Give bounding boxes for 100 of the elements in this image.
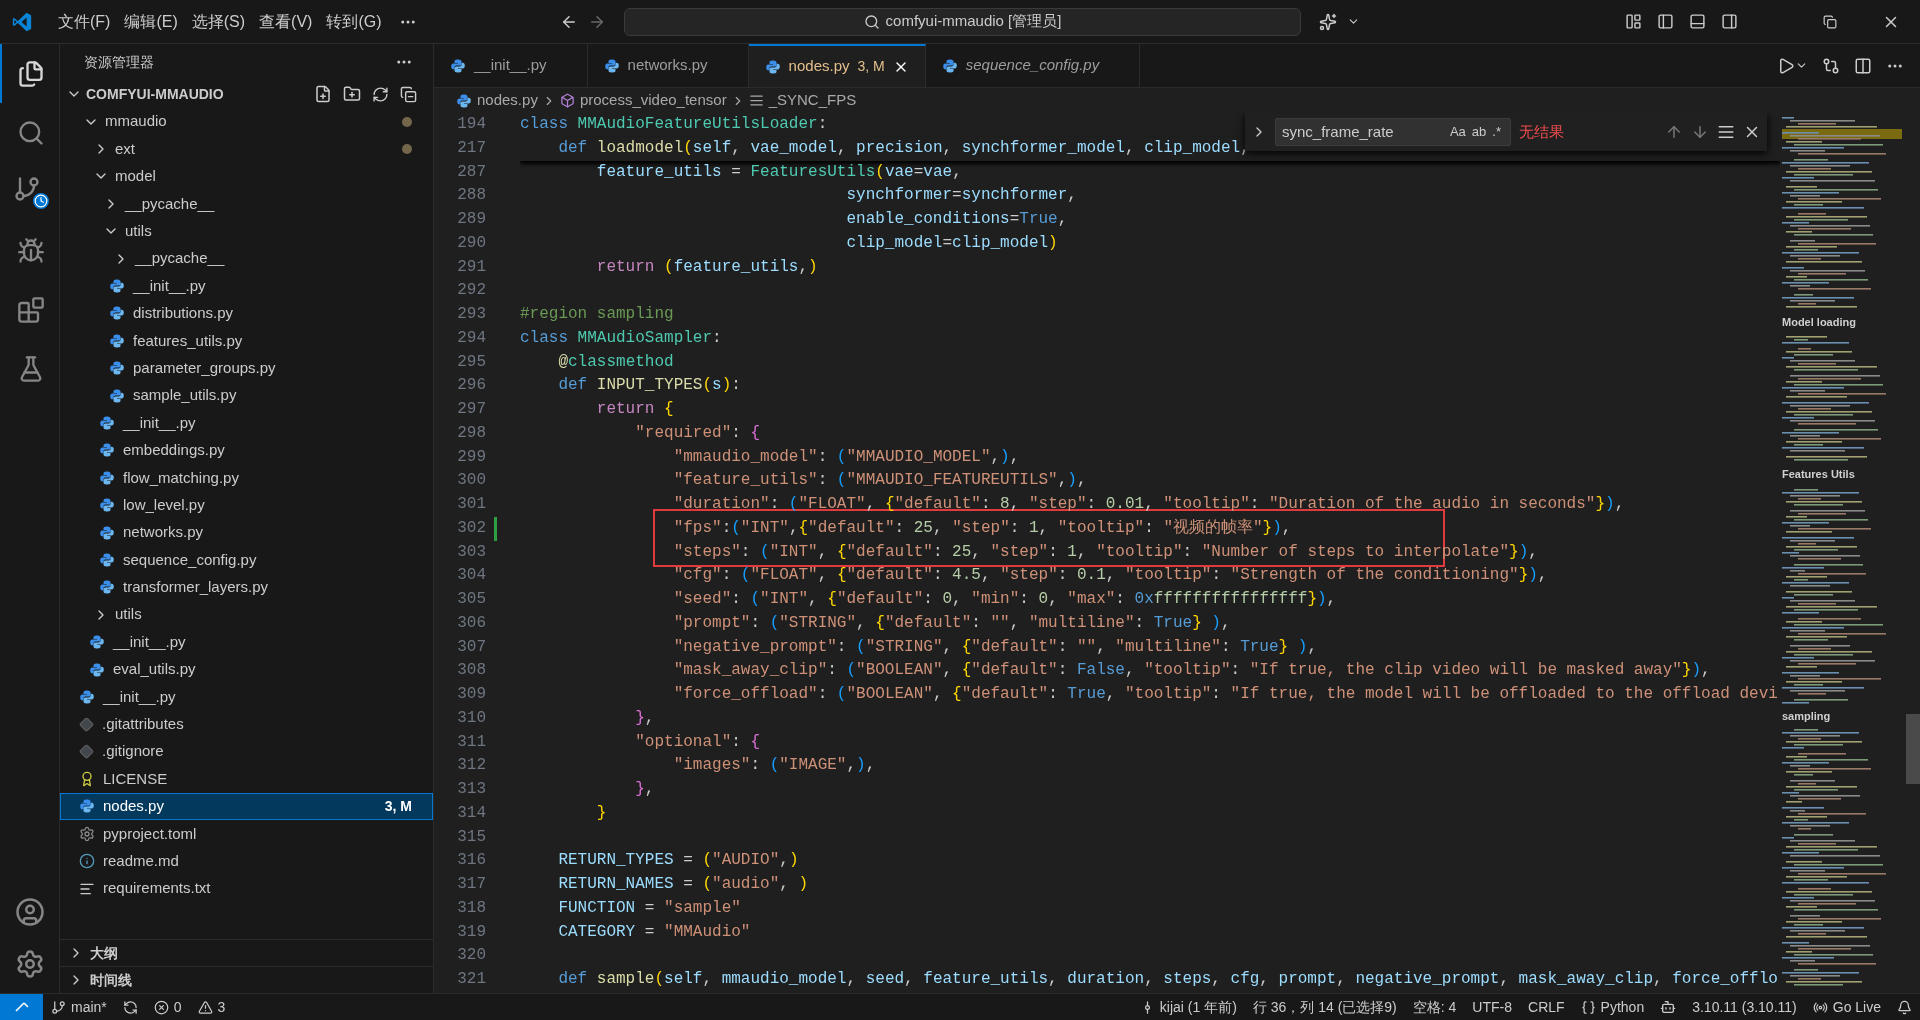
editor-tab[interactable]: sequence_config.py bbox=[925, 44, 1141, 87]
minimap-section-label: Features Utils bbox=[1782, 467, 1855, 482]
menu-item[interactable]: 转到(G) bbox=[319, 9, 389, 34]
line-number: 291 bbox=[456, 256, 486, 278]
status-item[interactable]: 3.10.11 (3.10.11) bbox=[1684, 994, 1805, 1020]
workspace-root[interactable]: COMFYUI-MMAUDIO bbox=[86, 83, 314, 105]
status-item[interactable]: CRLF bbox=[1520, 994, 1573, 1020]
split-editor-icon[interactable] bbox=[1854, 56, 1872, 75]
language-status[interactable]: Python bbox=[1572, 994, 1653, 1020]
next-match-icon[interactable] bbox=[1691, 123, 1709, 141]
tree-item[interactable]: __init__.py bbox=[60, 628, 433, 656]
go-live-button[interactable]: Go Live bbox=[1804, 994, 1889, 1020]
status-item[interactable]: 行 36，列 14 (已选择9) bbox=[1244, 994, 1405, 1020]
menu-item[interactable]: 文件(F) bbox=[51, 9, 118, 34]
blame-status[interactable]: kijai (1 年前) bbox=[1131, 994, 1245, 1020]
code-line: "required": { bbox=[634, 422, 761, 444]
menu-icon[interactable] bbox=[1717, 123, 1735, 141]
find-input[interactable]: sync_frame_rate Aa ab .* bbox=[1275, 118, 1511, 146]
breadcrumb-item[interactable]: _SYNC_FPS bbox=[748, 89, 857, 112]
python-file-icon bbox=[456, 92, 472, 109]
tree-item[interactable]: networks.py bbox=[60, 518, 433, 547]
account-icon[interactable] bbox=[14, 897, 45, 927]
panel-header[interactable]: 大纲 bbox=[60, 939, 433, 966]
tree-item[interactable]: features_utils.py bbox=[60, 327, 433, 355]
editor-tab[interactable]: __init__.py bbox=[434, 44, 588, 87]
breadcrumb-item[interactable]: nodes.py bbox=[456, 89, 538, 112]
panel-right-icon[interactable] bbox=[1721, 13, 1738, 30]
new-folder-icon[interactable] bbox=[343, 85, 361, 103]
panel-header[interactable]: 时间线 bbox=[60, 966, 433, 993]
code-line: def loadmodel(self, vae_model, precision, synchformer_model, clip_model, bbox=[557, 137, 1250, 159]
tree-item[interactable]: LICENSE bbox=[60, 765, 433, 793]
panel-left-icon[interactable] bbox=[1657, 13, 1674, 30]
run-icon[interactable] bbox=[1777, 56, 1795, 75]
ribbon-icon bbox=[79, 771, 95, 788]
find-option[interactable]: Aa bbox=[1446, 120, 1469, 144]
tree-item[interactable]: __pycache__ bbox=[60, 190, 433, 218]
previous-match-icon[interactable] bbox=[1665, 123, 1683, 141]
tree-item[interactable]: requirements.txt bbox=[60, 874, 433, 903]
tree-item[interactable]: __init__.py bbox=[60, 409, 433, 437]
refresh-icon[interactable] bbox=[372, 85, 389, 103]
tree-item[interactable]: mmaudio bbox=[60, 108, 433, 136]
tree-item[interactable]: __init__.py bbox=[60, 683, 433, 711]
tree-item[interactable]: __init__.py bbox=[60, 272, 433, 300]
tree-item[interactable]: low_level.py bbox=[60, 491, 433, 519]
tree-item[interactable]: distributions.py bbox=[60, 299, 433, 328]
copilot-icon[interactable] bbox=[1319, 12, 1337, 31]
settings-icon[interactable] bbox=[14, 949, 45, 979]
code-line: "duration": ("FLOAT", {"default": 8, "step": 0.01, "tooltip": "Duration of the audio in seconds"}), bbox=[672, 494, 1625, 515]
restore-icon[interactable] bbox=[1823, 14, 1837, 29]
line-number: 319 bbox=[456, 921, 486, 943]
tree-item[interactable]: .gitignore bbox=[60, 738, 433, 766]
tree-item[interactable]: nodes.py 3, M bbox=[60, 792, 433, 821]
menu-item[interactable]: 编辑(E) bbox=[117, 9, 185, 34]
tree-item[interactable]: utils bbox=[60, 217, 433, 245]
tree-item[interactable]: pyproject.toml bbox=[60, 820, 433, 848]
collapse-icon[interactable] bbox=[400, 85, 417, 103]
scrollbar-thumb[interactable] bbox=[1906, 714, 1920, 784]
errors-status[interactable]: 0 bbox=[145, 994, 190, 1020]
python-file-icon bbox=[109, 360, 125, 377]
tree-item[interactable]: utils bbox=[60, 601, 433, 629]
code-line: feature_utils = FeaturesUtils(vae=vae, bbox=[595, 161, 962, 183]
panel-bottom-icon[interactable] bbox=[1689, 13, 1706, 30]
tree-item[interactable]: sequence_config.py bbox=[60, 546, 433, 574]
status-item[interactable]: 空格: 4 bbox=[1404, 994, 1465, 1020]
tree-item[interactable]: transformer_layers.py bbox=[60, 573, 433, 602]
warnings-status[interactable]: 3 bbox=[189, 994, 234, 1020]
tree-item[interactable]: readme.md bbox=[60, 847, 433, 875]
compare-icon[interactable] bbox=[1822, 56, 1840, 75]
tree-item[interactable]: sample_utils.py bbox=[60, 381, 433, 410]
find-option[interactable]: ab bbox=[1468, 120, 1490, 144]
menu-item[interactable]: 查看(V) bbox=[252, 9, 320, 34]
line-number: 309 bbox=[456, 684, 486, 705]
bell-icon bbox=[1897, 999, 1912, 1015]
code-line: "negative_prompt": ("STRING", {"default": "", "multiline": True} ), bbox=[672, 636, 1317, 658]
code-line: class MMAudioFeatureUtilsLoader: bbox=[520, 114, 828, 135]
tree-item[interactable]: embeddings.py bbox=[60, 436, 433, 465]
tree-item[interactable]: .gitattributes bbox=[60, 710, 433, 738]
tree-item[interactable]: model bbox=[60, 162, 433, 191]
breadcrumb-item[interactable]: process_video_tensor bbox=[559, 89, 727, 112]
branch-status[interactable]: main* bbox=[43, 994, 115, 1020]
layout-icon[interactable] bbox=[1625, 13, 1642, 30]
tree-item[interactable]: __pycache__ bbox=[60, 244, 433, 273]
search-icon bbox=[863, 13, 880, 30]
line-number: 313 bbox=[456, 779, 486, 800]
line-number: 293 bbox=[456, 304, 486, 325]
tree-item[interactable]: eval_utils.py bbox=[60, 655, 433, 684]
new-file-icon[interactable] bbox=[314, 85, 332, 103]
menu-item[interactable]: 选择(S) bbox=[184, 9, 253, 34]
tree-item[interactable]: ext bbox=[60, 135, 433, 163]
line-number: 298 bbox=[456, 422, 486, 444]
editor-tab[interactable]: nodes.py 3, M bbox=[748, 44, 926, 87]
code-line: #region sampling bbox=[520, 304, 674, 325]
find-option[interactable]: .* bbox=[1489, 120, 1504, 144]
editor-tab[interactable]: networks.py bbox=[587, 44, 749, 87]
status-item[interactable]: UTF-8 bbox=[1464, 994, 1521, 1020]
tree-item[interactable]: flow_matching.py bbox=[60, 464, 433, 492]
python-file-icon bbox=[99, 469, 115, 486]
tree-item[interactable]: parameter_groups.py bbox=[60, 354, 433, 382]
files-icon bbox=[16, 59, 45, 88]
command-center[interactable]: comfyui-mmaudio [管理员] bbox=[624, 7, 1301, 36]
